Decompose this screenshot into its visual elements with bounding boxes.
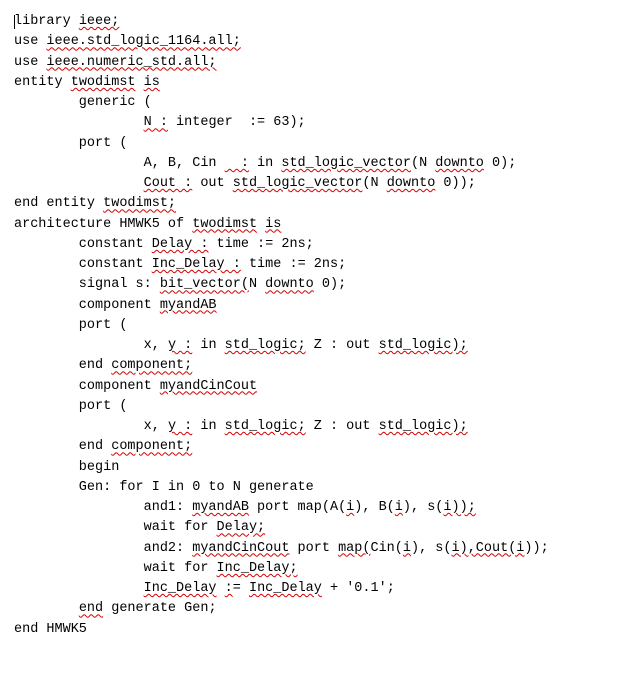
spellcheck-squiggle: myandAB <box>160 298 217 313</box>
code-line[interactable]: architecture HMWK5 of twodimst is <box>14 215 608 235</box>
code-line[interactable]: A, B, Cin : in std_logic_vector(N downto… <box>14 154 608 174</box>
spellcheck-squiggle: twodimst <box>71 75 136 90</box>
underline-marker: N : <box>144 115 168 130</box>
spellcheck-squiggle: i <box>395 500 403 515</box>
spellcheck-squiggle: i)); <box>443 500 475 515</box>
underline-marker: : <box>225 156 249 171</box>
spellcheck-squiggle: Inc_Delay <box>144 581 217 596</box>
spellcheck-squiggle: std_logic; <box>225 338 306 353</box>
code-line[interactable]: port ( <box>14 134 608 154</box>
code-line[interactable]: wait for Delay; <box>14 518 608 538</box>
spellcheck-squiggle: bit_vector( <box>160 277 249 292</box>
underline-marker: Delay : <box>152 237 209 252</box>
spellcheck-squiggle: std_logic_vector <box>233 176 363 191</box>
spellcheck-squiggle: Cout : <box>144 176 193 191</box>
spellcheck-squiggle: myandCinCout <box>192 541 289 556</box>
spellcheck-squiggle: i <box>403 541 411 556</box>
code-line[interactable]: component myandAB <box>14 296 608 316</box>
spellcheck-squiggle: myandAB <box>192 500 249 515</box>
code-line[interactable]: generic ( <box>14 93 608 113</box>
code-line[interactable]: constant Inc_Delay : time := 2ns; <box>14 255 608 275</box>
code-line[interactable]: wait for Inc_Delay; <box>14 559 608 579</box>
underline-marker: map( <box>338 541 370 556</box>
spellcheck-squiggle: i <box>346 500 354 515</box>
code-line[interactable]: library ieee; <box>14 12 608 32</box>
code-line[interactable]: Inc_Delay := Inc_Delay + '0.1'; <box>14 579 608 599</box>
spellcheck-squiggle: Inc_Delay; <box>217 561 298 576</box>
code-line[interactable]: end generate Gen; <box>14 599 608 619</box>
code-line[interactable]: use ieee.std_logic_1164.all; <box>14 32 608 52</box>
spellcheck-squiggle: twodimst <box>192 217 257 232</box>
code-line[interactable]: Gen: for I in 0 to N generate <box>14 478 608 498</box>
underline-marker: component; <box>111 439 192 454</box>
spellcheck-squiggle: Inc_Delay <box>249 581 322 596</box>
underline-marker: component; <box>111 358 192 373</box>
underline-marker: : <box>225 581 233 596</box>
spellcheck-squiggle: std_logic_vector <box>281 156 411 171</box>
spellcheck-squiggle: twodimst; <box>103 196 176 211</box>
code-line[interactable]: component myandCinCout <box>14 377 608 397</box>
code-line[interactable]: end component; <box>14 356 608 376</box>
spellcheck-squiggle: ieee.numeric_std.all; <box>46 55 216 70</box>
code-line[interactable]: end entity twodimst; <box>14 194 608 214</box>
spellcheck-squiggle: std_logic); <box>379 419 468 434</box>
text-cursor <box>14 15 15 29</box>
code-line[interactable]: end component; <box>14 437 608 457</box>
code-line[interactable]: x, y : in std_logic; Z : out std_logic); <box>14 417 608 437</box>
code-line[interactable]: entity twodimst is <box>14 73 608 93</box>
spellcheck-squiggle: Inc_Delay : <box>152 257 241 272</box>
code-line[interactable]: use ieee.numeric_std.all; <box>14 53 608 73</box>
spellcheck-squiggle: downto <box>265 277 314 292</box>
code-line[interactable]: N : integer := 63); <box>14 113 608 133</box>
code-line[interactable]: x, y : in std_logic; Z : out std_logic); <box>14 336 608 356</box>
code-line[interactable]: end HMWK5 <box>14 620 608 640</box>
underline-marker: Delay; <box>217 520 266 535</box>
underline-marker: y : <box>168 338 192 353</box>
code-line[interactable]: port ( <box>14 397 608 417</box>
code-line[interactable]: begin <box>14 458 608 478</box>
underline-marker: is <box>144 75 160 90</box>
spellcheck-squiggle: downto <box>435 156 484 171</box>
underline-marker: y : <box>168 419 192 434</box>
underline-marker: ieee.std_logic_1164.all; <box>46 34 240 49</box>
underline-marker: end <box>79 601 103 616</box>
code-line[interactable]: Cout : out std_logic_vector(N downto 0))… <box>14 174 608 194</box>
code-line[interactable]: port ( <box>14 316 608 336</box>
spellcheck-squiggle: myandCinCout <box>160 379 257 394</box>
code-line[interactable]: and2: myandCinCout port map(Cin(i), s(i)… <box>14 539 608 559</box>
spellcheck-squiggle: std_logic; <box>225 419 306 434</box>
code-line[interactable]: and1: myandAB port map(A(i), B(i), s(i))… <box>14 498 608 518</box>
code-editor[interactable]: library ieee;use ieee.std_logic_1164.all… <box>14 12 608 640</box>
underline-marker: is <box>265 217 281 232</box>
spellcheck-squiggle: downto <box>387 176 436 191</box>
spellcheck-squiggle: i),Cout(i <box>452 541 525 556</box>
spellcheck-squiggle: std_logic); <box>379 338 468 353</box>
spellcheck-squiggle: ieee; <box>79 14 120 29</box>
code-line[interactable]: signal s: bit_vector(N downto 0); <box>14 275 608 295</box>
code-line[interactable]: constant Delay : time := 2ns; <box>14 235 608 255</box>
